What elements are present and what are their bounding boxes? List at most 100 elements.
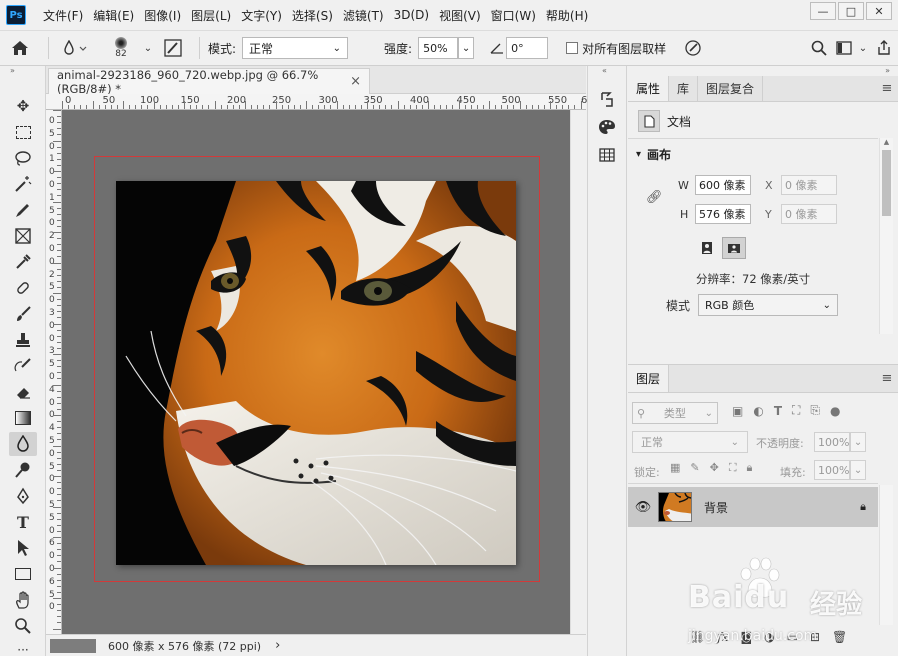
blur-tool-preset-icon[interactable] bbox=[57, 40, 93, 56]
height-field[interactable]: 576 像素 bbox=[695, 204, 751, 224]
vertical-scrollbar[interactable] bbox=[570, 110, 586, 634]
workspace-icon[interactable] bbox=[832, 41, 856, 55]
visibility-eye-icon[interactable]: 👁︎ bbox=[628, 500, 658, 515]
search-icon[interactable] bbox=[806, 40, 832, 56]
path-selection-tool-icon[interactable] bbox=[9, 536, 37, 560]
menu-layer[interactable]: 图层(L) bbox=[186, 7, 236, 24]
angle-input[interactable]: 0° bbox=[506, 37, 549, 59]
landscape-orientation-button[interactable] bbox=[722, 237, 746, 259]
menu-type[interactable]: 文字(Y) bbox=[236, 7, 287, 24]
zoom-level-field[interactable] bbox=[50, 638, 96, 653]
ruler-tick bbox=[208, 105, 210, 109]
maximize-button[interactable]: □ bbox=[838, 2, 864, 20]
menu-view[interactable]: 视图(V) bbox=[434, 7, 486, 24]
strength-dropdown[interactable]: ⌄ bbox=[458, 37, 475, 59]
pressure-icon[interactable] bbox=[678, 39, 708, 57]
menu-filter[interactable]: 滤镜(T) bbox=[338, 7, 389, 24]
ruler-tick bbox=[92, 101, 94, 109]
gradient-tool-icon[interactable] bbox=[9, 406, 37, 430]
panel-menu-icon[interactable]: ≡ bbox=[876, 76, 898, 101]
share-icon[interactable] bbox=[870, 40, 898, 56]
layer-row-background[interactable]: 👁︎ 背景 🔒︎ bbox=[628, 487, 878, 527]
crop-frame-tool-icon[interactable] bbox=[9, 224, 37, 248]
type-filter-icon[interactable]: T bbox=[774, 404, 782, 418]
ruler-label: 4 bbox=[49, 384, 55, 395]
pixel-filter-icon[interactable]: ▣ bbox=[732, 404, 743, 418]
ruler-tick bbox=[434, 105, 436, 109]
menu-edit[interactable]: 编辑(E) bbox=[88, 7, 139, 24]
tab-layer-comps[interactable]: 图层复合 bbox=[698, 76, 764, 101]
minimize-button[interactable]: — bbox=[810, 2, 836, 20]
lasso-tool-icon[interactable] bbox=[9, 146, 37, 170]
eraser-tool-icon[interactable] bbox=[9, 380, 37, 404]
menu-select[interactable]: 选择(S) bbox=[287, 7, 338, 24]
scroll-up-icon[interactable]: ▲ bbox=[880, 138, 893, 146]
close-tab-icon[interactable]: × bbox=[350, 74, 361, 89]
menu-window[interactable]: 窗口(W) bbox=[486, 7, 541, 24]
collapse-strip-icon[interactable]: « bbox=[588, 66, 626, 76]
history-panel-icon[interactable] bbox=[596, 88, 618, 110]
collapse-toolbox-icon[interactable]: » bbox=[0, 66, 45, 78]
brush-tool-icon[interactable] bbox=[9, 302, 37, 326]
ruler-tick bbox=[57, 164, 61, 166]
color-palette-icon[interactable] bbox=[596, 116, 618, 138]
document-type-label: 文档 bbox=[667, 114, 692, 129]
horizontal-ruler[interactable]: 050100150200250300350400450500550650 bbox=[46, 94, 606, 110]
vertical-ruler[interactable]: 050100150200250300350400450500550600650 bbox=[46, 110, 62, 634]
ruler-tick bbox=[57, 152, 61, 154]
marquee-tool-icon[interactable] bbox=[9, 120, 37, 144]
hand-tool-icon[interactable] bbox=[9, 588, 37, 612]
adjustment-filter-icon[interactable]: ◐ bbox=[753, 404, 763, 418]
shape-filter-icon[interactable]: ⛶ bbox=[792, 403, 800, 418]
sample-all-layers-checkbox[interactable] bbox=[566, 42, 579, 54]
menu-3d[interactable]: 3D(D) bbox=[389, 8, 434, 22]
ruler-tick bbox=[57, 225, 61, 227]
smart-object-filter-icon[interactable]: ⎘ bbox=[810, 403, 820, 418]
history-brush-tool-icon[interactable] bbox=[9, 354, 37, 378]
layer-filter-select[interactable]: ⚲ 类型 ⌄ bbox=[632, 402, 718, 424]
width-field[interactable]: 600 像素 bbox=[695, 175, 751, 195]
brush-size-picker[interactable]: 82 bbox=[101, 37, 141, 59]
close-button[interactable]: ✕ bbox=[866, 2, 892, 20]
tab-layers[interactable]: 图层 bbox=[628, 365, 670, 392]
chevron-down-icon[interactable]: ⌄ bbox=[856, 43, 870, 54]
document-tab[interactable]: animal-2923186_960_720.webp.jpg @ 66.7%(… bbox=[48, 68, 370, 96]
chevron-down-icon[interactable]: ⌄ bbox=[141, 43, 155, 54]
panel-menu-icon[interactable]: ≡ bbox=[876, 365, 898, 392]
link-dimensions-icon[interactable]: 🔗︎ bbox=[646, 190, 663, 205]
home-icon[interactable] bbox=[0, 40, 40, 56]
swatches-grid-icon[interactable] bbox=[596, 144, 618, 166]
blur-tool-icon[interactable] bbox=[9, 432, 37, 456]
magic-wand-tool-icon[interactable] bbox=[9, 172, 37, 196]
brush-settings-icon[interactable] bbox=[155, 39, 191, 57]
status-menu-arrow[interactable]: › bbox=[275, 638, 280, 653]
filter-toggle-icon[interactable]: ● bbox=[830, 404, 840, 418]
color-mode-select[interactable]: RGB 颜色 ⌄ bbox=[698, 294, 838, 316]
eyedropper-tool-icon[interactable] bbox=[9, 250, 37, 274]
strength-input[interactable]: 50% bbox=[418, 37, 459, 59]
rectangle-tool-icon[interactable] bbox=[9, 562, 37, 586]
menu-file[interactable]: 文件(F) bbox=[38, 7, 88, 24]
menu-image[interactable]: 图像(I) bbox=[139, 7, 186, 24]
scroll-thumb[interactable] bbox=[882, 150, 891, 216]
mode-select[interactable]: 正常 ⌄ bbox=[242, 37, 349, 59]
panel-collapse-icon[interactable]: » bbox=[628, 66, 898, 76]
healing-brush-tool-icon[interactable] bbox=[9, 276, 37, 300]
move-tool-icon[interactable]: ✥ bbox=[9, 94, 37, 118]
menu-help[interactable]: 帮助(H) bbox=[541, 7, 593, 24]
ruler-tick bbox=[57, 268, 61, 270]
more-tools-icon[interactable]: ··· bbox=[9, 638, 37, 656]
type-tool-icon[interactable]: T bbox=[9, 510, 37, 534]
properties-scrollbar[interactable]: ▲ bbox=[879, 138, 893, 334]
portrait-orientation-button[interactable] bbox=[696, 237, 718, 259]
dodge-tool-icon[interactable] bbox=[9, 458, 37, 482]
tab-library[interactable]: 库 bbox=[669, 76, 699, 101]
eyedropper-brush-tool-icon[interactable] bbox=[9, 198, 37, 222]
pen-tool-icon[interactable] bbox=[9, 484, 37, 508]
zoom-tool-icon[interactable] bbox=[9, 614, 37, 638]
document-canvas[interactable] bbox=[116, 181, 516, 565]
ruler-label: 0 bbox=[49, 320, 55, 331]
stamp-tool-icon[interactable] bbox=[9, 328, 37, 352]
tab-properties[interactable]: 属性 bbox=[628, 76, 670, 101]
canvas-section-header[interactable]: ▾ 画布 bbox=[636, 146, 671, 163]
